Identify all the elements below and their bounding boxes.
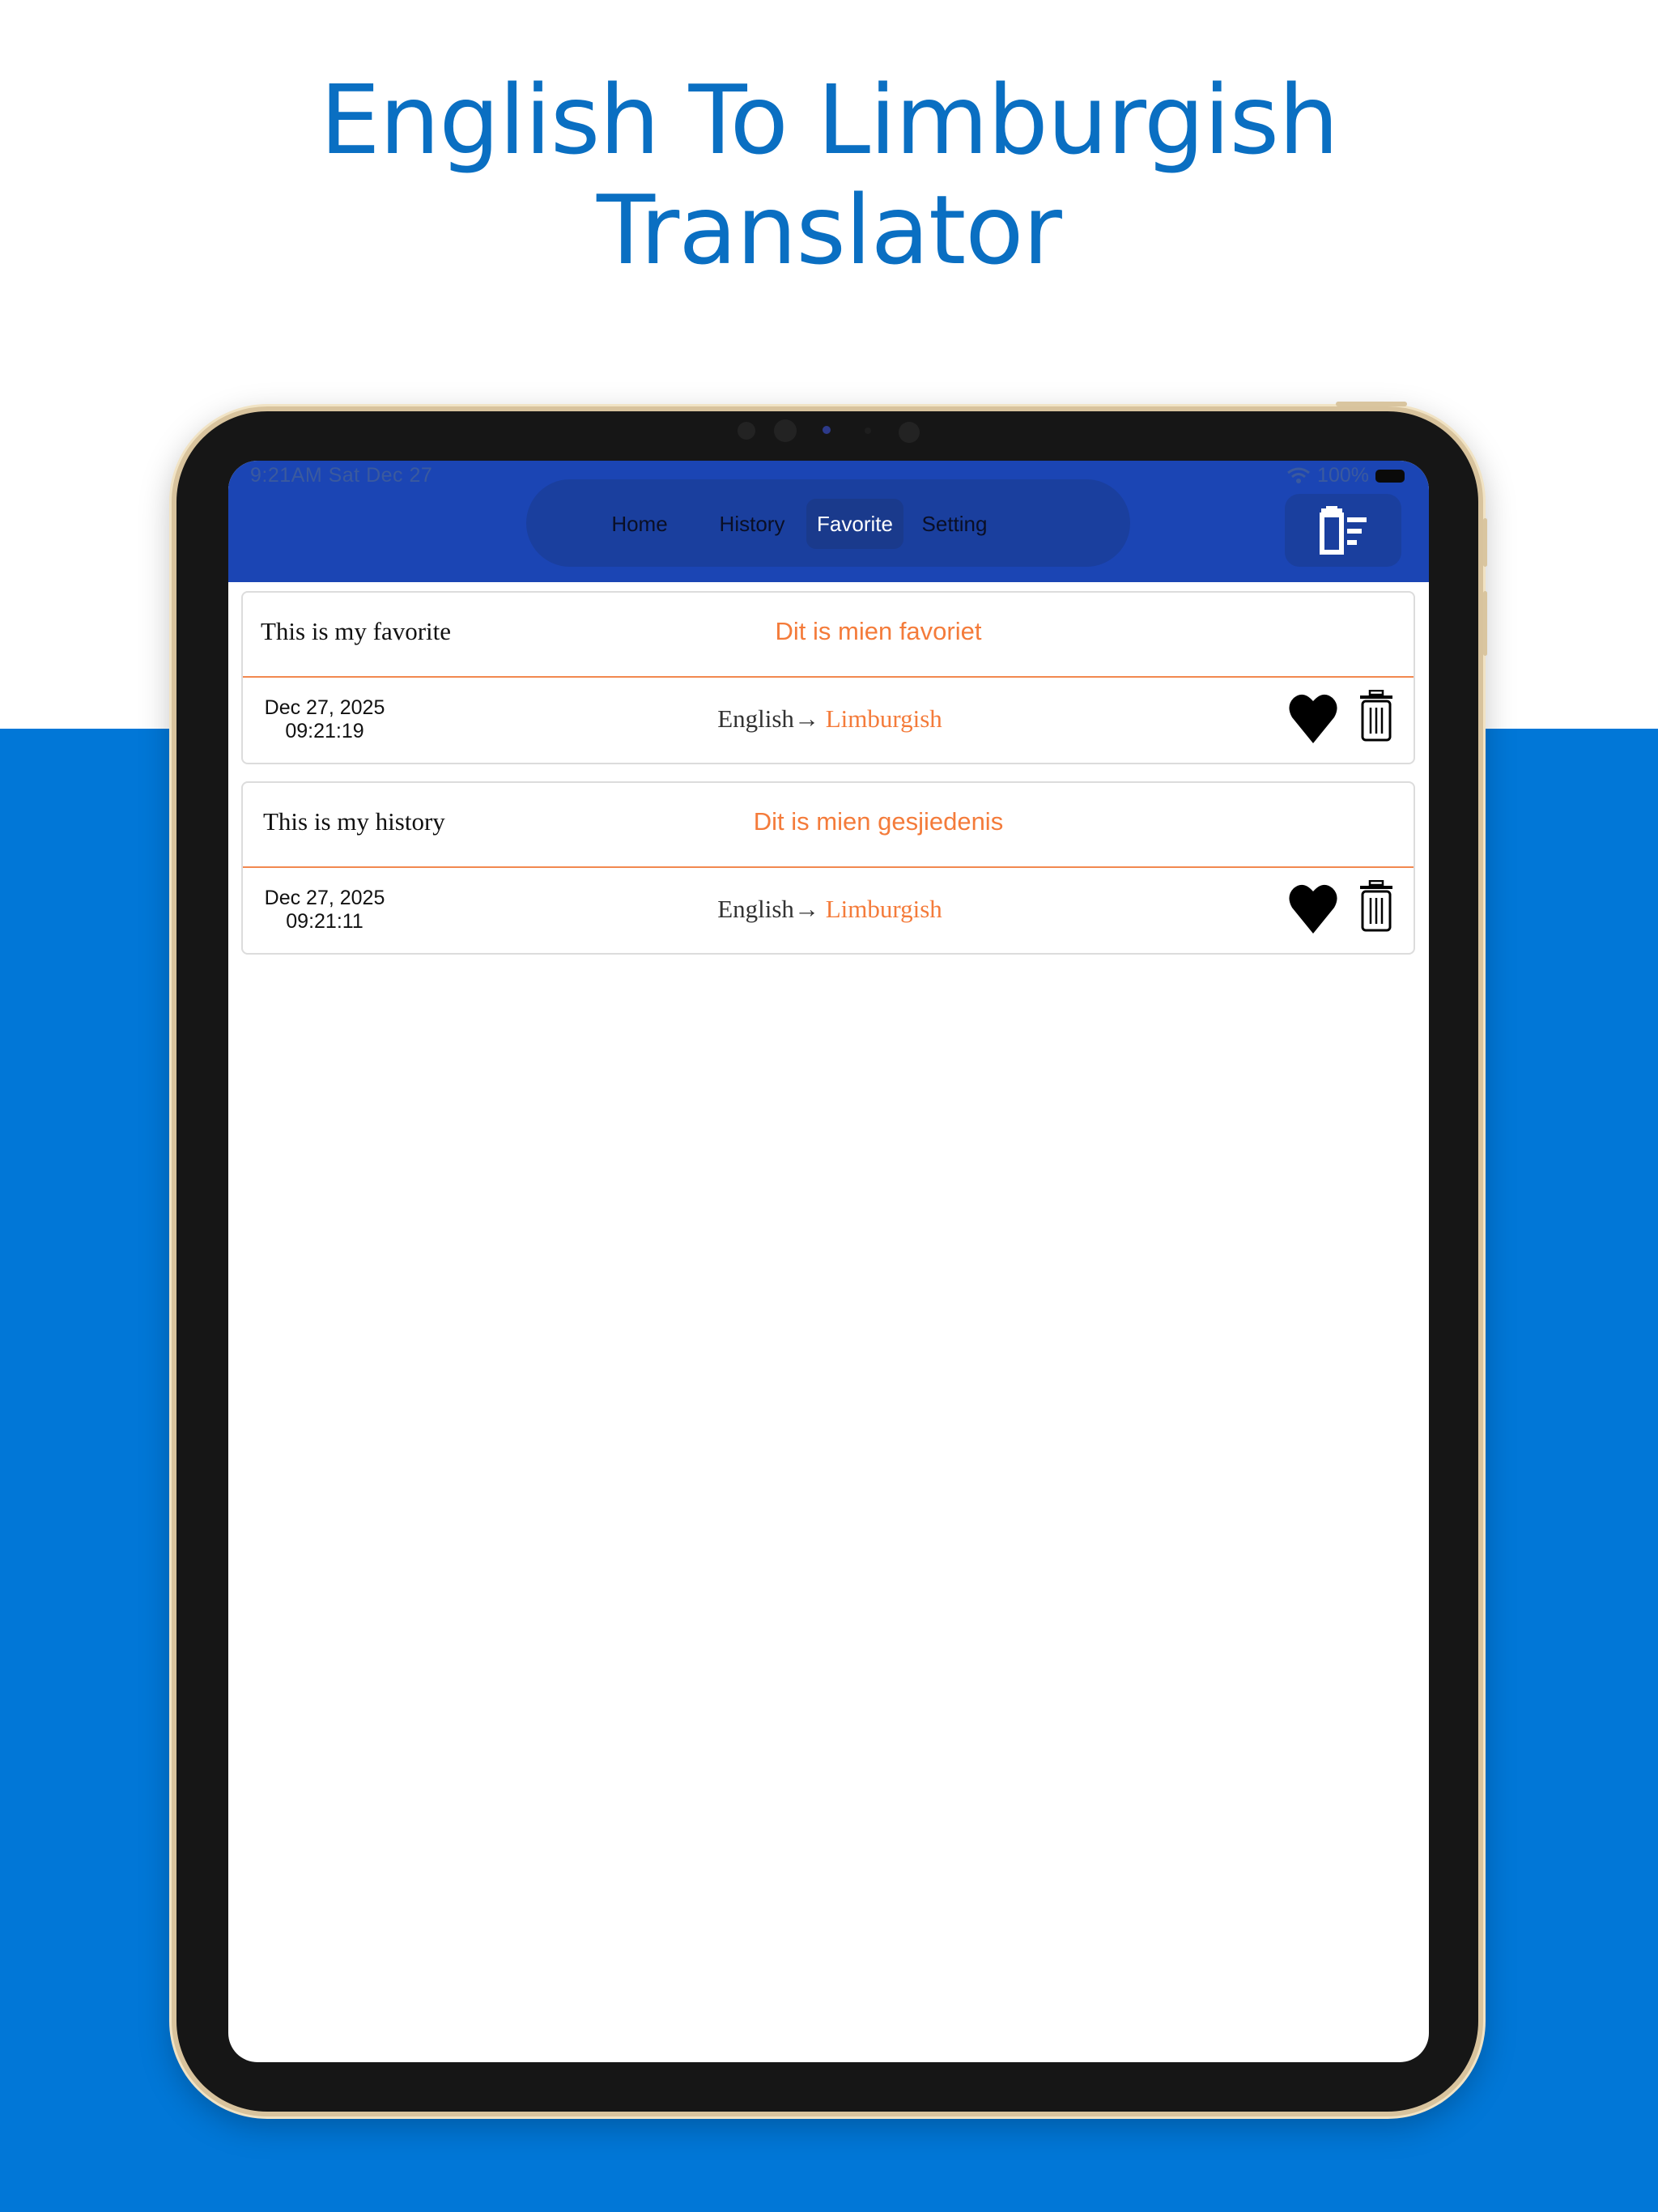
volume-up-button: [1483, 518, 1487, 567]
translated-text: Dit is mien favoriet: [775, 617, 982, 645]
trash-icon: [1358, 690, 1394, 742]
history-card[interactable]: This is my history Dit is mien gesjieden…: [241, 781, 1415, 955]
promo-headline: English To Limburgish Translator: [0, 65, 1658, 285]
flood-illuminator: [899, 422, 920, 443]
app-screen: 9:21AM Sat Dec 27 100% Home History Favo…: [228, 461, 1429, 2062]
to-language: Limburgish: [825, 704, 942, 733]
ambient-sensor: [865, 428, 871, 434]
tab-history[interactable]: History: [712, 499, 793, 549]
card-divider: [243, 866, 1414, 868]
tab-bar: Home History Favorite Setting: [526, 479, 1130, 567]
status-indicators: 100%: [1286, 464, 1405, 487]
nav-bar: 9:21AM Sat Dec 27 100% Home History Favo…: [228, 461, 1429, 582]
favorite-card[interactable]: This is my favorite Dit is mien favoriet…: [241, 591, 1415, 764]
camera-sensor: [774, 419, 797, 442]
language-pair: English→ Limburgish: [243, 895, 1417, 924]
tab-home[interactable]: Home: [599, 499, 680, 549]
status-time: 9:21AM Sat Dec 27: [250, 464, 433, 487]
battery-icon: [1375, 469, 1405, 483]
favorite-button[interactable]: [1289, 691, 1337, 745]
clear-all-button[interactable]: [1285, 494, 1401, 567]
arrow-icon: →: [793, 704, 819, 733]
to-language: Limburgish: [825, 895, 942, 923]
trash-icon: [1358, 880, 1394, 932]
front-camera: [738, 422, 755, 440]
language-pair: English→ Limburgish: [243, 704, 1417, 734]
arrow-icon: →: [793, 895, 819, 923]
favorite-button[interactable]: [1289, 882, 1337, 935]
heart-icon: [1289, 882, 1337, 935]
headline-line-1: English To Limburgish: [320, 64, 1339, 176]
tab-setting[interactable]: Setting: [910, 499, 999, 549]
volume-down-button: [1483, 591, 1487, 656]
from-language: English: [717, 895, 794, 923]
card-divider: [243, 676, 1414, 678]
heart-icon: [1289, 691, 1337, 745]
tab-favorite[interactable]: Favorite: [806, 499, 903, 549]
from-language: English: [717, 704, 794, 733]
battery-percent: 100%: [1317, 464, 1369, 487]
clear-all-icon: [1318, 506, 1368, 555]
top-button: [1336, 402, 1407, 406]
delete-button[interactable]: [1358, 880, 1394, 932]
wifi-icon: [1286, 466, 1311, 486]
delete-button[interactable]: [1358, 690, 1394, 742]
translated-text: Dit is mien gesjiedenis: [753, 807, 1004, 836]
camera-indicator: [823, 426, 831, 434]
headline-line-2: Translator: [597, 174, 1062, 286]
